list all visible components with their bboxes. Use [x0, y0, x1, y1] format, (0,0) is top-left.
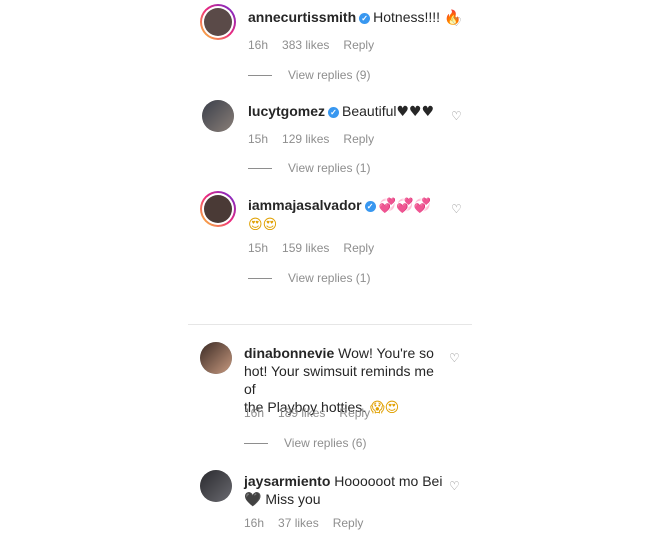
likes-count[interactable]: 159 likes [282, 241, 329, 255]
comment-body: annecurtissmith ✓ Hotness!!!! 🔥 [248, 8, 461, 27]
heart-outline-icon[interactable]: ♡ [451, 16, 463, 28]
verified-badge-icon: ✓ [328, 107, 340, 118]
view-replies-button[interactable]: View replies (6) [244, 436, 366, 450]
comment-time: 16h [244, 516, 265, 530]
black-heart-emoji: 🖤 [244, 492, 262, 508]
reply-button[interactable]: Reply [333, 516, 364, 530]
hearts-emoji: ♥♥♥ [396, 104, 435, 120]
verified-badge-icon: ✓ [364, 201, 376, 212]
comment-text: Hoooooot mo Bei [334, 473, 443, 489]
view-replies-label[interactable]: View replies (1) [288, 271, 370, 285]
heart-outline-icon[interactable]: ♡ [451, 203, 463, 215]
likes-count[interactable]: 383 likes [282, 38, 329, 52]
divider-line [248, 278, 272, 280]
view-replies-label[interactable]: View replies (1) [288, 161, 370, 175]
reply-button[interactable]: Reply [343, 241, 374, 255]
comment-body: jaysarmiento Hoooooot mo Bei 🖤 Miss you [244, 472, 444, 509]
section-divider [188, 324, 472, 325]
likes-count[interactable]: 129 likes [282, 132, 329, 146]
heart-outline-icon[interactable]: ♡ [449, 352, 461, 364]
view-replies-label[interactable]: View replies (9) [288, 68, 370, 82]
comment-time: 16h [248, 38, 269, 52]
divider-line [248, 75, 272, 77]
avatar[interactable] [202, 100, 234, 132]
heart-outline-icon[interactable]: ♡ [451, 110, 463, 122]
comment-body: iammajasalvador ✓ 💞💞💞 😍😍 [248, 196, 431, 234]
reply-button[interactable]: Reply [339, 406, 370, 420]
heart-outline-icon[interactable]: ♡ [449, 480, 461, 492]
view-replies-label[interactable]: View replies (6) [284, 436, 366, 450]
reply-button[interactable]: Reply [343, 132, 374, 146]
username[interactable]: jaysarmiento [244, 473, 330, 489]
comment-text-line1: Wow! You're so [338, 345, 434, 361]
avatar[interactable] [200, 4, 236, 40]
username[interactable]: dinabonnevie [244, 345, 334, 361]
likes-count[interactable]: 37 likes [278, 516, 319, 530]
likes-count[interactable]: 189 likes [278, 406, 325, 420]
comment-text-line2: Miss you [265, 491, 321, 507]
username[interactable]: iammajasalvador [248, 197, 362, 213]
avatar[interactable] [200, 342, 232, 374]
verified-badge-icon: ✓ [359, 13, 371, 24]
comment-time: 15h [248, 132, 269, 146]
comment-text-line2: hot! Your swimsuit reminds me of [244, 363, 434, 397]
comment-meta: 15h 159 likes Reply [248, 241, 388, 255]
reply-button[interactable]: Reply [343, 38, 374, 52]
divider-line [244, 443, 268, 445]
username[interactable]: annecurtissmith [248, 9, 356, 25]
comment-time: 16h [244, 406, 265, 420]
comment-meta: 15h 129 likes Reply [248, 132, 388, 146]
username[interactable]: lucytgomez [248, 103, 325, 119]
comment-meta: 16h 189 likes Reply [244, 406, 384, 420]
view-replies-button[interactable]: View replies (1) [248, 271, 370, 285]
comment-meta: 16h 383 likes Reply [248, 38, 388, 52]
heart-eyes-emoji: 😍😍 [248, 217, 278, 233]
comment-text: Hotness!!!! [373, 9, 441, 25]
comment-text: Beautiful [342, 103, 397, 119]
divider-line [248, 168, 272, 170]
avatar[interactable] [200, 470, 232, 502]
comment-time: 15h [248, 241, 269, 255]
view-replies-button[interactable]: View replies (1) [248, 161, 370, 175]
avatar[interactable] [200, 191, 236, 227]
comment-meta: 16h 37 likes Reply [244, 516, 377, 530]
comment-body: lucytgomez ✓ Beautiful♥♥♥ [248, 102, 434, 121]
view-replies-button[interactable]: View replies (9) [248, 68, 370, 82]
hearts-emoji: 💞💞💞 [378, 198, 431, 214]
